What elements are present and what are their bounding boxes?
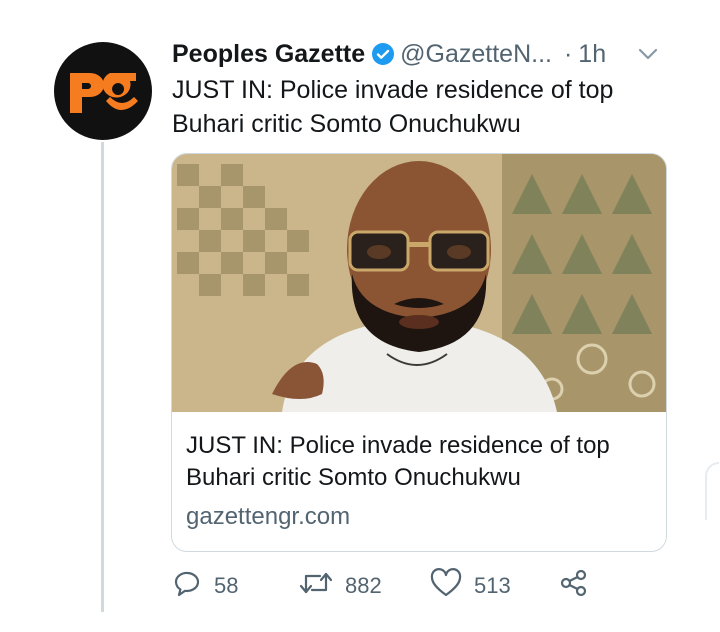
tweet-text: JUST IN: Police invade residence of top … [172,76,614,138]
link-card[interactable]: JUST IN: Police invade residence of top … [171,153,667,552]
share-icon [559,568,589,604]
retweet-count: 882 [345,573,382,598]
retweet-icon [299,568,333,604]
adjacent-card-edge [705,462,719,520]
like-count: 513 [474,573,511,598]
tweet-header: Peoples Gazette @GazetteN... · 1h [172,36,672,72]
share-button[interactable] [559,566,589,606]
avatar[interactable] [54,42,152,140]
like-button[interactable]: 513 [430,566,511,606]
reply-button[interactable]: 58 [172,566,238,606]
tweet-timestamp[interactable]: 1h [578,40,606,69]
card-domain[interactable]: gazettengr.com [186,500,652,534]
author-handle[interactable]: @GazetteN... [400,40,552,69]
reply-count: 58 [214,573,239,598]
retweet-button[interactable]: 882 [299,566,382,606]
reply-icon [172,568,202,604]
tweet-actions: 58 882 513 [172,566,602,606]
card-image[interactable] [172,154,666,412]
chevron-down-icon[interactable] [634,40,662,75]
author-name[interactable]: Peoples Gazette [172,40,365,69]
separator-dot: · [563,39,573,68]
card-title[interactable]: JUST IN: Police invade residence of top … [186,430,652,494]
verified-badge-icon [371,42,395,66]
peoples-gazette-logo [70,73,138,113]
thread-line [101,142,104,612]
heart-icon [430,568,462,604]
